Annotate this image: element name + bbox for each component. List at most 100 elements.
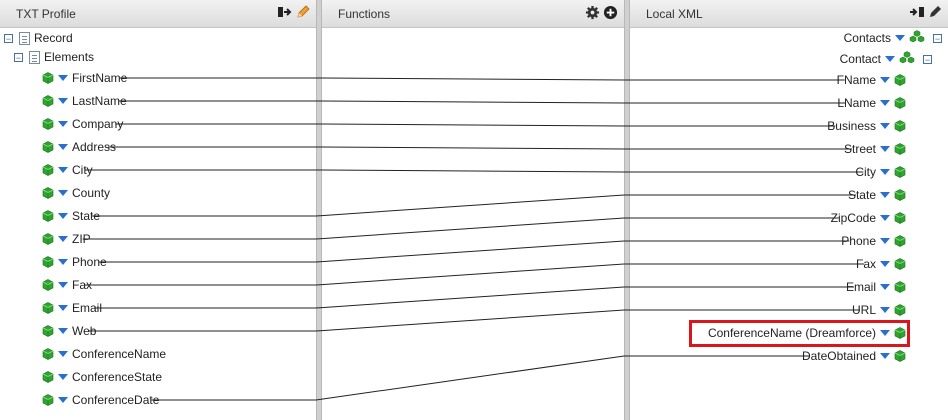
- gear-icon[interactable]: [585, 5, 600, 20]
- dropdown-arrow-icon[interactable]: [58, 190, 68, 196]
- dropdown-arrow-icon[interactable]: [880, 307, 890, 313]
- field-label: FName: [836, 73, 876, 87]
- field-label: URL: [851, 303, 876, 317]
- dropdown-arrow-icon[interactable]: [880, 238, 890, 244]
- cube-icon: [42, 118, 54, 130]
- cube-icon: [894, 258, 906, 270]
- export-icon[interactable]: [277, 5, 293, 19]
- dropdown-arrow-icon[interactable]: [58, 121, 68, 127]
- field-row[interactable]: Address: [42, 137, 116, 157]
- tree-node-record[interactable]: − Record: [4, 28, 73, 48]
- dropdown-arrow-icon[interactable]: [880, 215, 890, 221]
- field-row[interactable]: City: [855, 162, 906, 182]
- dropdown-arrow-icon[interactable]: [58, 98, 68, 104]
- add-icon[interactable]: [603, 5, 618, 20]
- dropdown-arrow-icon[interactable]: [880, 146, 890, 152]
- field-label: ConferenceName: [72, 347, 167, 361]
- dropdown-arrow-icon[interactable]: [58, 374, 68, 380]
- field-row[interactable]: Business: [827, 116, 906, 136]
- dropdown-arrow-icon[interactable]: [895, 35, 905, 41]
- dropdown-arrow-icon[interactable]: [58, 167, 68, 173]
- dropdown-arrow-icon[interactable]: [58, 259, 68, 265]
- dropdown-arrow-icon[interactable]: [58, 144, 68, 150]
- collapse-toggle[interactable]: −: [4, 33, 13, 43]
- import-icon[interactable]: [909, 5, 925, 19]
- cube-icon: [42, 394, 54, 406]
- field-label: State: [847, 188, 876, 202]
- tree-node-contacts[interactable]: Contacts −: [844, 28, 942, 48]
- dropdown-arrow-icon[interactable]: [885, 56, 895, 62]
- field-row[interactable]: State: [848, 185, 906, 205]
- field-row[interactable]: ConferenceState: [42, 367, 162, 387]
- field-row[interactable]: Street: [844, 139, 906, 159]
- field-row[interactable]: LName: [837, 93, 906, 113]
- field-label: LName: [837, 96, 876, 110]
- node-label: Contacts: [843, 31, 891, 45]
- field-row[interactable]: Email: [42, 298, 102, 318]
- tree-node-elements[interactable]: − Elements: [14, 47, 94, 67]
- field-row[interactable]: Phone: [42, 252, 107, 272]
- dropdown-arrow-icon[interactable]: [58, 236, 68, 242]
- field-row[interactable]: City: [42, 160, 93, 180]
- field-label: City: [855, 165, 876, 179]
- field-row[interactable]: URL: [852, 300, 906, 320]
- dropdown-arrow-icon[interactable]: [880, 100, 890, 106]
- field-row[interactable]: FirstName: [42, 68, 127, 88]
- collapse-toggle[interactable]: −: [923, 54, 932, 64]
- dropdown-arrow-icon[interactable]: [880, 261, 890, 267]
- field-row[interactable]: ConferenceName: [42, 344, 166, 364]
- dropdown-arrow-icon[interactable]: [58, 75, 68, 81]
- field-label: Phone: [841, 234, 876, 248]
- field-row[interactable]: DateObtained: [802, 346, 906, 366]
- cube-icon: [894, 120, 906, 132]
- field-label: ZIP: [72, 232, 91, 246]
- dropdown-arrow-icon[interactable]: [880, 77, 890, 83]
- pencil-icon[interactable]: [928, 5, 942, 19]
- dropdown-arrow-icon[interactable]: [58, 328, 68, 334]
- cube-icon: [894, 189, 906, 201]
- txt-profile-panel: TXT Profile − Record − Elements FirstName Las…: [0, 0, 316, 420]
- field-label: Fax: [855, 257, 876, 271]
- highlighted-field-box: [689, 320, 910, 347]
- field-row[interactable]: Email: [846, 277, 906, 297]
- cube-icon: [42, 164, 54, 176]
- field-row[interactable]: ZipCode: [831, 208, 906, 228]
- cube-icon: [42, 141, 54, 153]
- field-row[interactable]: Company: [42, 114, 123, 134]
- dropdown-arrow-icon[interactable]: [880, 284, 890, 290]
- field-row[interactable]: Fax: [42, 275, 92, 295]
- field-row[interactable]: ZIP: [42, 229, 91, 249]
- field-row[interactable]: County: [42, 183, 110, 203]
- field-label: DateObtained: [801, 349, 876, 363]
- field-label: Company: [72, 117, 124, 131]
- cubes-icon: [909, 29, 925, 47]
- cube-icon: [42, 187, 54, 199]
- dropdown-arrow-icon[interactable]: [880, 123, 890, 129]
- cube-icon: [42, 72, 54, 84]
- field-row[interactable]: Phone: [841, 231, 906, 251]
- cube-icon: [42, 256, 54, 268]
- dropdown-arrow-icon[interactable]: [58, 282, 68, 288]
- dropdown-arrow-icon[interactable]: [58, 213, 68, 219]
- cube-icon: [894, 350, 906, 362]
- dropdown-arrow-icon[interactable]: [880, 353, 890, 359]
- field-row[interactable]: FName: [837, 70, 906, 90]
- collapse-toggle[interactable]: −: [14, 52, 23, 62]
- dropdown-arrow-icon[interactable]: [880, 169, 890, 175]
- cube-icon: [894, 74, 906, 86]
- dropdown-arrow-icon[interactable]: [58, 397, 68, 403]
- field-row[interactable]: LastName: [42, 91, 127, 111]
- pencil-icon[interactable]: [296, 5, 310, 19]
- collapse-toggle[interactable]: −: [933, 33, 942, 43]
- dropdown-arrow-icon[interactable]: [880, 192, 890, 198]
- field-row[interactable]: ConferenceDate: [42, 390, 159, 410]
- field-row[interactable]: Fax: [856, 254, 906, 274]
- node-label: Elements: [44, 50, 95, 64]
- cube-icon: [42, 233, 54, 245]
- field-row[interactable]: Web: [42, 321, 96, 341]
- dropdown-arrow-icon[interactable]: [58, 351, 68, 357]
- functions-panel: Functions: [322, 0, 624, 420]
- tree-node-contact[interactable]: Contact −: [840, 49, 932, 69]
- dropdown-arrow-icon[interactable]: [58, 305, 68, 311]
- field-row[interactable]: State: [42, 206, 100, 226]
